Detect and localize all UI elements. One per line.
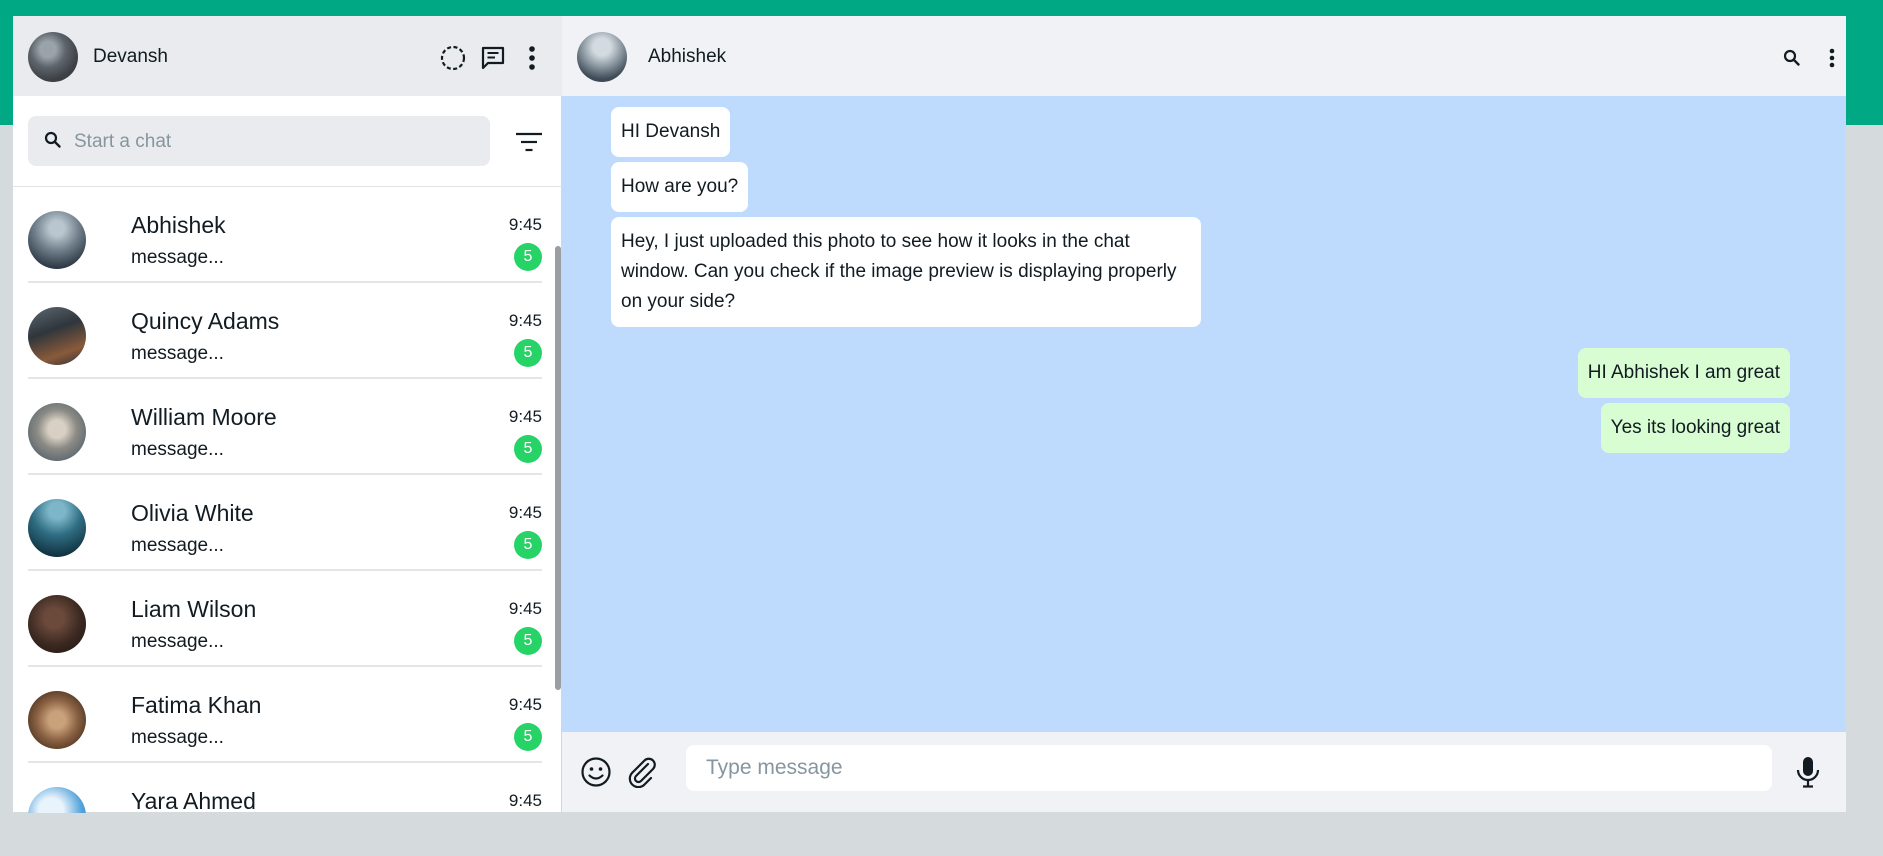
contact-name: Liam Wilson (131, 596, 257, 622)
user-name: Devansh (93, 46, 168, 67)
unread-badge: 5 (514, 723, 542, 751)
chat-item-olivia-white[interactable]: Olivia White message... 9:45 5 (13, 475, 562, 571)
message-preview: message... (131, 247, 224, 268)
chat-item-quincy-adams[interactable]: Quincy Adams message... 9:45 5 (13, 283, 562, 379)
message-time: 9:45 (508, 407, 542, 426)
chat-app: Devansh Abhishek message... (13, 16, 1846, 813)
chat-list[interactable]: Abhishek message... 9:45 5 Quincy Adams … (13, 186, 562, 813)
new-chat-icon[interactable] (477, 42, 509, 74)
message-time: 9:45 (508, 215, 542, 234)
microphone-icon[interactable] (1790, 754, 1826, 790)
contact-avatar (28, 691, 86, 749)
message-bubble-incoming: Hey, I just uploaded this photo to see h… (611, 217, 1201, 327)
message-preview: message... (131, 439, 224, 460)
unread-badge: 5 (514, 531, 542, 559)
user-avatar[interactable] (28, 32, 78, 82)
peer-name[interactable]: Abhishek (648, 46, 726, 68)
message-bubble-incoming: HI Devansh (611, 107, 731, 157)
unread-badge: 5 (514, 243, 542, 271)
chat-item-yara-ahmed[interactable]: Yara Ahmed 9:45 (13, 763, 562, 813)
search-bar (28, 116, 490, 166)
unread-badge: 5 (514, 435, 542, 463)
contact-name: Olivia White (131, 500, 254, 526)
conversation-pane: Abhishek HI Devansh How are you? Hey, I … (562, 16, 1846, 812)
message-time: 9:45 (508, 503, 542, 522)
status-icon[interactable] (437, 42, 469, 74)
contact-avatar (28, 211, 86, 269)
chat-item-liam-wilson[interactable]: Liam Wilson message... 9:45 5 (13, 571, 562, 667)
chat-item-fatima-khan[interactable]: Fatima Khan message... 9:45 5 (13, 667, 562, 763)
contact-name: Abhishek (131, 212, 226, 238)
message-composer (562, 732, 1846, 812)
message-preview: message... (131, 727, 224, 748)
message-area[interactable]: HI Devansh How are you? Hey, I just uplo… (562, 96, 1846, 732)
message-time: 9:45 (508, 791, 542, 810)
search-input[interactable] (72, 125, 476, 159)
filter-icon[interactable] (513, 128, 545, 156)
message-time: 9:45 (508, 311, 542, 330)
message-preview: message... (131, 631, 224, 652)
contact-avatar (28, 499, 86, 557)
chat-list-scrollbar[interactable] (555, 246, 561, 690)
menu-icon[interactable] (516, 42, 548, 74)
contact-name: Quincy Adams (131, 308, 280, 334)
contact-avatar (28, 787, 86, 813)
unread-badge: 5 (514, 339, 542, 367)
message-time: 9:45 (508, 695, 542, 714)
message-preview: message... (131, 343, 224, 364)
sidebar-header: Devansh (13, 16, 562, 96)
sidebar: Devansh Abhishek message... (13, 16, 562, 813)
peer-avatar[interactable] (577, 32, 627, 82)
contact-avatar (28, 307, 86, 365)
conversation-header: Abhishek (562, 16, 1846, 96)
message-bubble-outgoing: Yes its looking great (1600, 403, 1790, 453)
emoji-icon[interactable] (578, 754, 614, 790)
unread-badge: 5 (514, 627, 542, 655)
chat-item-william-moore[interactable]: William Moore message... 9:45 5 (13, 379, 562, 475)
message-input[interactable] (686, 745, 1772, 791)
message-time: 9:45 (508, 599, 542, 618)
chat-item-abhishek[interactable]: Abhishek message... 9:45 5 (13, 187, 562, 283)
menu-icon[interactable] (1818, 44, 1846, 72)
message-preview: message... (131, 535, 224, 556)
contact-avatar (28, 595, 86, 653)
search-icon (44, 131, 62, 154)
attach-icon[interactable] (624, 754, 660, 790)
contact-name: Yara Ahmed (131, 788, 256, 813)
message-bubble-outgoing: HI Abhishek I am great (1577, 348, 1790, 398)
message-bubble-incoming: How are you? (611, 162, 749, 212)
contact-avatar (28, 403, 86, 461)
contact-name: Fatima Khan (131, 692, 262, 718)
search-icon[interactable] (1778, 44, 1806, 72)
contact-name: William Moore (131, 404, 277, 430)
